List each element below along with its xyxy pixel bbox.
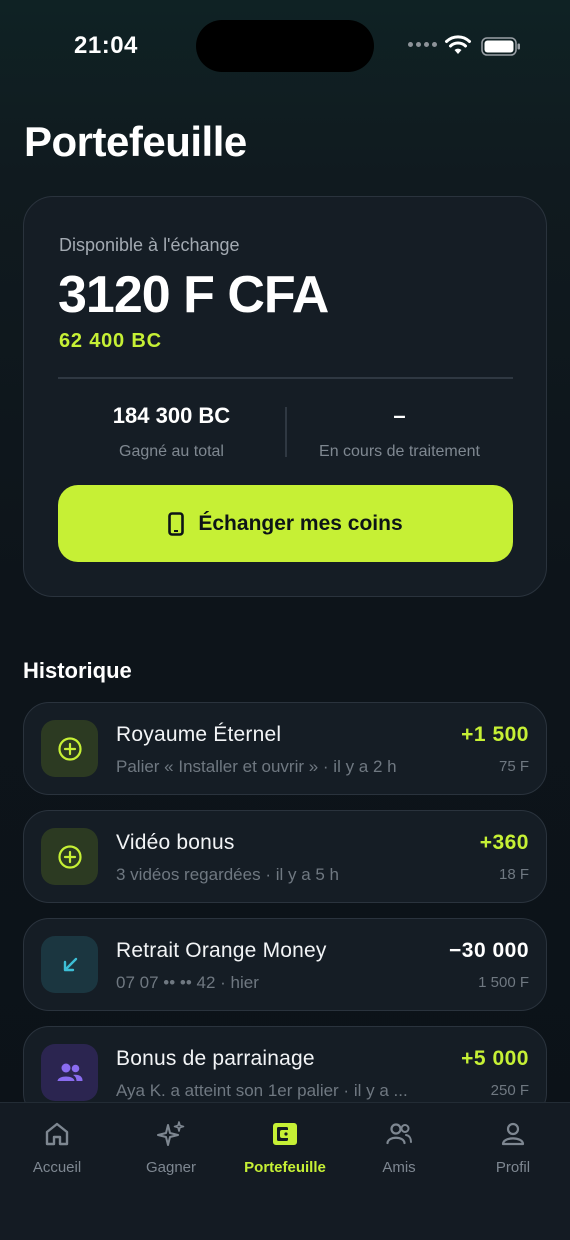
tab-bar: Accueil Gagner Portefeuille Amis Profil: [0, 1102, 570, 1240]
plus-circle-icon: [41, 828, 98, 885]
wallet-icon: [273, 1123, 297, 1145]
total-earned-value: 184 300 BC: [112, 403, 231, 428]
phone-icon: [168, 511, 185, 536]
history-item-title: Retrait Orange Money: [116, 939, 327, 962]
available-coins: 62 400 BC: [59, 330, 162, 352]
history-item-amount: +360: [479, 831, 529, 854]
signal-icon: [408, 42, 437, 47]
wifi-icon: [445, 35, 471, 54]
history-item-amount: +5 000: [461, 1047, 529, 1070]
total-earned-label: Gagné au total: [119, 443, 224, 460]
page-title: Portefeuille: [24, 118, 247, 165]
dynamic-island: [196, 20, 374, 72]
history-item[interactable]: Vidéo bonus 3 vidéos regardées · il y a …: [23, 810, 547, 903]
tab-label: Gagner: [145, 1159, 197, 1176]
home-icon: [45, 1122, 69, 1146]
history-item-amount: −30 000: [449, 939, 529, 962]
tab-label: Profil: [495, 1159, 531, 1176]
history-title: Historique: [23, 658, 132, 683]
battery-icon: [481, 37, 520, 56]
balance-card: Disponible à l'échange 3120 F CFA 62 400…: [23, 196, 547, 597]
history-item-amount: +1 500: [461, 723, 529, 746]
exchange-coins-label: Échanger mes coins: [198, 511, 403, 535]
history-item-subtitle: Aya K. a atteint son 1er palier · il y a…: [116, 1081, 408, 1100]
pending-stat: – En cours de traitement: [286, 403, 513, 461]
available-label: Disponible à l'échange: [59, 235, 240, 255]
tab-amis[interactable]: Amis: [342, 1119, 456, 1176]
history-item-title: Bonus de parrainage: [116, 1047, 315, 1070]
status-time: 21:04: [74, 32, 138, 59]
tab-label: Amis: [382, 1159, 416, 1176]
plus-circle-icon: [41, 720, 98, 777]
history-item-subtitle: Palier « Installer et ouvrir » · il y a …: [116, 757, 397, 776]
arrow-down-left-icon: [41, 936, 98, 993]
user-icon: [501, 1122, 525, 1146]
users-icon: [41, 1044, 98, 1101]
sparkles-icon: [157, 1121, 185, 1146]
pending-label: En cours de traitement: [319, 443, 480, 460]
tab-gagner[interactable]: Gagner: [114, 1119, 228, 1176]
tab-portefeuille[interactable]: Portefeuille: [228, 1119, 342, 1176]
history-item-fiat: 18 F: [498, 866, 529, 883]
history-item-subtitle: 07 07 •• •• 42 · hier: [116, 973, 259, 992]
tab-label: Accueil: [32, 1159, 82, 1176]
history-item-title: Vidéo bonus: [116, 831, 235, 854]
history-item-fiat: 75 F: [498, 758, 529, 775]
tab-accueil[interactable]: Accueil: [0, 1119, 114, 1176]
status-bar: 21:04: [0, 0, 570, 90]
history-item[interactable]: Royaume Éternel Palier « Installer et ou…: [23, 702, 547, 795]
history-item-fiat: 250 F: [490, 1082, 529, 1099]
card-divider: [58, 377, 513, 379]
history-item-title: Royaume Éternel: [116, 723, 282, 746]
history-item[interactable]: Retrait Orange Money 07 07 •• •• 42 · hi…: [23, 918, 547, 1011]
tab-label: Portefeuille: [244, 1159, 326, 1176]
available-amount: 3120 F CFA: [58, 266, 329, 324]
history-item-fiat: 1 500 F: [478, 974, 529, 991]
tab-profil[interactable]: Profil: [456, 1119, 570, 1176]
users-icon: [386, 1123, 412, 1145]
history-item-subtitle: 3 vidéos regardées · il y a 5 h: [116, 865, 340, 884]
exchange-coins-button[interactable]: Échanger mes coins: [58, 485, 513, 562]
total-earned-stat: 184 300 BC Gagné au total: [58, 403, 285, 461]
pending-value: –: [393, 403, 406, 428]
